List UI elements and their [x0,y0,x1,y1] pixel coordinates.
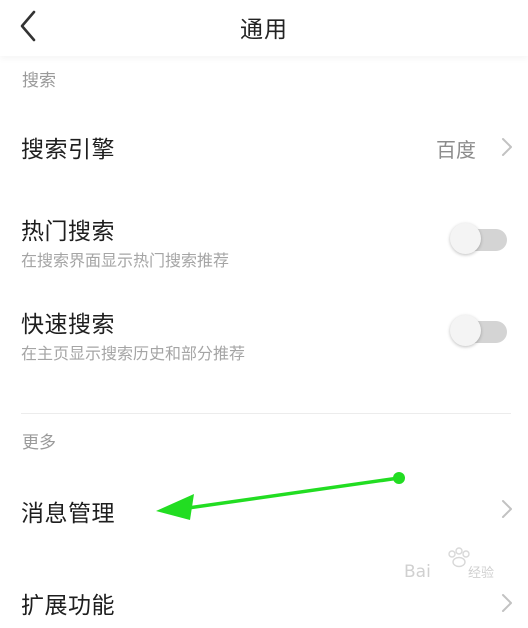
search-engine-value: 百度 [436,138,476,162]
chevron-right-icon [502,138,512,156]
hot-search-toggle[interactable] [450,223,508,255]
search-engine-row[interactable]: 搜索引擎 百度 [0,110,528,182]
quick-search-toggle[interactable] [450,315,508,347]
quick-search-row: 快速搜索 在主页显示搜索历史和部分推荐 [0,288,528,368]
svg-text:Bai: Bai [404,562,431,582]
baidu-watermark-logo: Bai 经验 [404,547,494,582]
section-divider [21,413,511,414]
section-header-search: 搜索 [22,71,56,91]
message-management-label: 消息管理 [21,501,115,527]
top-bar: 通用 [0,0,528,56]
extensions-label: 扩展功能 [21,593,115,619]
hot-search-row: 热门搜索 在搜索界面显示热门搜索推荐 [0,195,528,275]
hot-search-subtitle: 在搜索界面显示热门搜索推荐 [21,251,230,270]
chevron-right-icon [502,500,512,518]
message-management-row[interactable]: 消息管理 [0,474,528,546]
quick-search-label: 快速搜索 [21,312,115,338]
section-header-more: 更多 [22,433,56,453]
toggle-knob [450,223,481,254]
chevron-right-icon [502,594,512,612]
toggle-knob [450,315,481,346]
quick-search-subtitle: 在主页显示搜索历史和部分推荐 [21,344,246,363]
hot-search-label: 热门搜索 [21,219,115,245]
page-title: 通用 [240,17,288,43]
svg-text:经验: 经验 [468,565,494,581]
search-engine-label: 搜索引擎 [21,137,115,163]
